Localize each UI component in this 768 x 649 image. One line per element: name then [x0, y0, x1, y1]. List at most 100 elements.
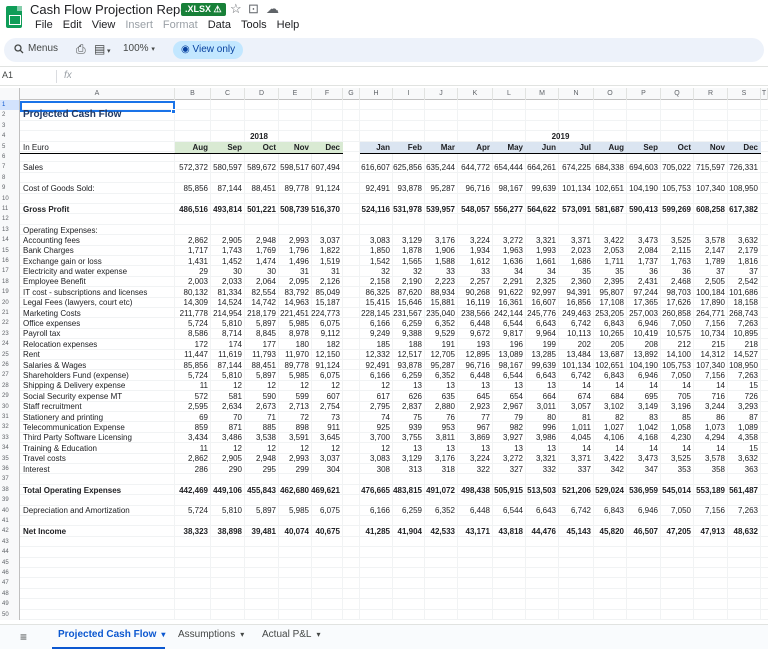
value-cell[interactable]: 2,923	[450, 402, 490, 411]
value-cell[interactable]: 172	[167, 340, 208, 349]
value-cell[interactable]: 73	[304, 413, 340, 422]
value-cell[interactable]: 45,143	[551, 527, 591, 536]
value-cell[interactable]: 218	[720, 340, 758, 349]
row-header-32[interactable]: 32	[0, 422, 20, 433]
value-cell[interactable]: 1,011	[551, 423, 591, 432]
value-cell[interactable]: 1,717	[167, 246, 208, 255]
value-cell[interactable]: 2,003	[167, 277, 208, 286]
value-cell[interactable]: 35	[551, 267, 591, 276]
row-header-33[interactable]: 33	[0, 432, 20, 444]
column-header-d[interactable]: D	[245, 88, 279, 100]
row-header-44[interactable]: 44	[0, 547, 20, 558]
value-cell[interactable]: 3,057	[551, 402, 591, 411]
row-header-14[interactable]: 14	[0, 235, 20, 246]
chevron-down-icon[interactable]: ▾	[107, 45, 111, 59]
value-cell[interactable]: 101,686	[720, 288, 758, 297]
value-cell[interactable]: 85,856	[167, 361, 208, 370]
value-cell[interactable]: 18,158	[720, 298, 758, 307]
row-header-30[interactable]: 30	[0, 401, 20, 412]
column-header-b[interactable]: B	[175, 88, 211, 100]
value-cell[interactable]: 3,371	[551, 454, 591, 463]
value-cell[interactable]: 85,049	[304, 288, 340, 297]
column-header-f[interactable]: F	[312, 88, 343, 100]
value-cell[interactable]: 7,263	[720, 319, 758, 328]
value-cell[interactable]: 3,037	[304, 236, 340, 245]
row-header-48[interactable]: 48	[0, 588, 20, 600]
value-cell[interactable]: 3,224	[450, 454, 490, 463]
row-header-25[interactable]: 25	[0, 349, 20, 360]
value-cell[interactable]: 6,075	[304, 319, 340, 328]
zoom-select[interactable]: 100% ▾	[123, 43, 155, 54]
value-cell[interactable]: 6,075	[304, 506, 340, 515]
value-cell[interactable]: 238,566	[450, 309, 490, 318]
all-sheets-icon[interactable]: ≡	[20, 630, 27, 644]
sheet-tab-actual-p-l[interactable]: Actual P&L ▾	[262, 629, 321, 640]
column-header-n[interactable]: N	[559, 88, 594, 100]
column-header-k[interactable]: K	[458, 88, 493, 100]
column-header-c[interactable]: C	[211, 88, 245, 100]
value-cell[interactable]: 726	[720, 392, 758, 401]
value-cell[interactable]: 29	[167, 267, 208, 276]
row-header-49[interactable]: 49	[0, 599, 20, 610]
row-header-46[interactable]: 46	[0, 568, 20, 579]
sheets-logo-icon[interactable]	[6, 6, 22, 28]
value-cell[interactable]: 96,716	[450, 361, 490, 370]
row-header-50[interactable]: 50	[0, 609, 20, 620]
row-header-11[interactable]: 11	[0, 204, 20, 215]
row-header-38[interactable]: 38	[0, 484, 20, 496]
value-cell[interactable]: 304	[304, 465, 340, 474]
sheet-tab-assumptions[interactable]: Assumptions ▾	[178, 629, 244, 640]
value-cell[interactable]: 1,089	[720, 423, 758, 432]
value-cell[interactable]: 202	[551, 340, 591, 349]
value-cell[interactable]: 87	[720, 413, 758, 422]
value-cell[interactable]: 3,869	[450, 433, 490, 442]
row-header-24[interactable]: 24	[0, 339, 20, 350]
value-cell[interactable]: 911	[304, 423, 340, 432]
value-cell[interactable]: 9,112	[304, 329, 340, 338]
value-cell[interactable]: 5,724	[167, 319, 208, 328]
select-all-corner[interactable]	[0, 88, 20, 100]
value-cell[interactable]: 101,134	[551, 184, 591, 193]
spreadsheet-grid[interactable]: ABCDEFGHIJKLMNOPQRSTU 123456789101112131…	[0, 88, 768, 620]
value-cell[interactable]: 15	[720, 444, 758, 453]
row-header-4[interactable]: 4	[0, 131, 20, 142]
value-cell[interactable]: 2,126	[304, 277, 340, 286]
row-header-17[interactable]: 17	[0, 266, 20, 277]
value-cell[interactable]: 3,224	[450, 236, 490, 245]
row-header-2[interactable]: 2	[0, 110, 20, 121]
value-cell[interactable]: 1,431	[167, 257, 208, 266]
value-cell[interactable]: 13	[450, 444, 490, 453]
column-header-s[interactable]: S	[728, 88, 761, 100]
value-cell[interactable]: 5,724	[167, 371, 208, 380]
value-cell[interactable]: 607,494	[304, 163, 340, 172]
column-header-r[interactable]: R	[694, 88, 728, 100]
value-cell[interactable]: 8,586	[167, 329, 208, 338]
value-cell[interactable]: 726,331	[720, 163, 758, 172]
value-cell[interactable]: 2,754	[304, 402, 340, 411]
value-cell[interactable]: 14	[551, 444, 591, 453]
value-cell[interactable]: 1,822	[304, 246, 340, 255]
value-cell[interactable]: 9,672	[450, 329, 490, 338]
value-cell[interactable]: 363	[720, 465, 758, 474]
value-cell[interactable]: 6,742	[551, 371, 591, 380]
value-cell[interactable]: 6,448	[450, 319, 490, 328]
value-cell[interactable]: 108,950	[720, 184, 758, 193]
value-cell[interactable]: 14,309	[167, 298, 208, 307]
row-header-26[interactable]: 26	[0, 360, 20, 371]
row-header-7[interactable]: 7	[0, 162, 20, 173]
cell-area[interactable]: Projected Cash Flow 2018 2019 In Euro Aug Sep…	[20, 100, 768, 620]
value-cell[interactable]: 469,621	[304, 486, 340, 495]
value-cell[interactable]: 3,632	[720, 454, 758, 463]
value-cell[interactable]: 859	[167, 423, 208, 432]
row-header-19[interactable]: 19	[0, 287, 20, 298]
value-cell[interactable]: 15	[720, 381, 758, 390]
value-cell[interactable]: 40,675	[304, 527, 340, 536]
value-cell[interactable]: 224,773	[304, 309, 340, 318]
value-cell[interactable]: 69	[167, 413, 208, 422]
value-cell[interactable]: 2,595	[167, 402, 208, 411]
value-cell[interactable]: 211,778	[167, 309, 208, 318]
value-cell[interactable]: 48,632	[720, 527, 758, 536]
value-cell[interactable]: 2,023	[551, 246, 591, 255]
value-cell[interactable]: 16,856	[551, 298, 591, 307]
value-cell[interactable]: 80,132	[167, 288, 208, 297]
